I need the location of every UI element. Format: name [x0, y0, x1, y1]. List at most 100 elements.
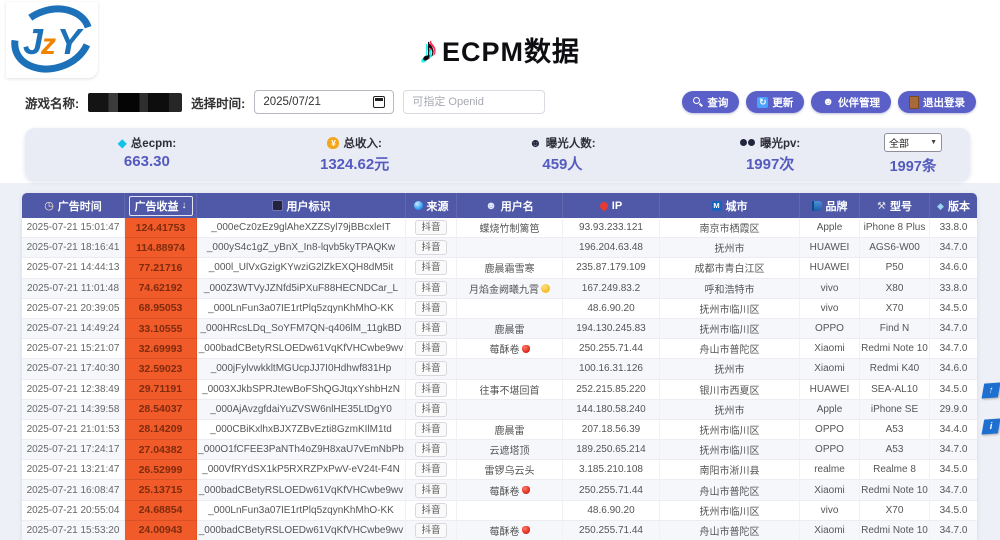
- username-cell: [457, 359, 563, 379]
- clock-icon: [44, 199, 54, 212]
- source-cell: 抖音: [406, 339, 457, 359]
- source-cell: 抖音: [406, 299, 457, 319]
- revenue-cell: 27.04382: [125, 440, 197, 460]
- source-badge: 抖音: [415, 523, 446, 538]
- source-cell: 抖音: [406, 218, 457, 238]
- username-cell: 鹿晨霜雪寒: [457, 258, 563, 278]
- city-cell: 成都市青白江区: [660, 258, 800, 278]
- ip-cell: 196.204.63.48: [563, 238, 660, 258]
- city-cell: 抚州市: [660, 238, 800, 258]
- logout-button[interactable]: 退出登录: [898, 91, 976, 113]
- version-cell: 33.8.0: [930, 279, 977, 299]
- openid-cell: _000VfRYdSX1kP5RXRZPxPwV-eV24t-F4N: [197, 460, 406, 480]
- time-cell: 2025-07-21 15:21:07: [22, 339, 125, 359]
- table-header-row: 广告时间广告收益↓用户标识来源用户名IP城市品牌型号版本: [22, 193, 977, 218]
- city-cell: 抚州市临川区: [660, 420, 800, 440]
- date-value: 2025/07/21: [263, 96, 321, 108]
- ip-cell: 250.255.71.44: [563, 521, 660, 540]
- username-cell: 云遮塔顶: [457, 440, 563, 460]
- table-row: 2025-07-21 13:21:4726.52999_000VfRYdSX1k…: [22, 460, 977, 480]
- openid-cell: _000LnFun3a07IE1rtPlq5zqynKhMhO-KK: [197, 299, 406, 319]
- source-badge: 抖音: [415, 361, 446, 376]
- search-icon: [693, 97, 703, 107]
- openid-cell: _000CBiKxlhxBJX7ZBvEzti8GzmKIlM1td: [197, 420, 406, 440]
- brand-cell: OPPO: [800, 319, 860, 339]
- stat-exposure-users: 曝光人数:459人: [459, 135, 667, 174]
- username-cell: 莓酥卷: [457, 480, 563, 500]
- table-row: 2025-07-21 15:53:2024.00943_000badCBetyR…: [22, 521, 977, 540]
- model-cell: P50: [860, 258, 930, 278]
- openid-cell: _0003XJkbSPRJtewBoFShQGJtqxYshbHzN: [197, 380, 406, 400]
- strawberry-icon: [522, 345, 530, 353]
- source-badge: 抖音: [415, 341, 446, 356]
- date-input[interactable]: 2025/07/21: [254, 90, 394, 114]
- ip-cell: 100.16.31.126: [563, 359, 660, 379]
- chevron-down-icon: ▼: [930, 139, 937, 146]
- source-badge: 抖音: [415, 240, 446, 255]
- scope-select[interactable]: 全部 ▼: [884, 133, 942, 152]
- column-header-source: 来源: [406, 193, 457, 218]
- brand-cell: Apple: [800, 400, 860, 420]
- city-cell: 抚州市临川区: [660, 299, 800, 319]
- ip-cell: 93.93.233.121: [563, 218, 660, 238]
- city-cell: 银川市西夏区: [660, 380, 800, 400]
- time-cell: 2025-07-21 15:01:47: [22, 218, 125, 238]
- city-cell: 舟山市普陀区: [660, 521, 800, 540]
- query-button[interactable]: 查询: [682, 91, 739, 113]
- openid-input[interactable]: [403, 90, 545, 114]
- time-cell: 2025-07-21 14:39:58: [22, 400, 125, 420]
- header-buttons: 查询 更新 伙伴管理 退出登录: [682, 91, 976, 113]
- model-cell: Redmi K40: [860, 359, 930, 379]
- partner-manage-button-label: 伙伴管理: [838, 95, 880, 110]
- revenue-cell: 32.59023: [125, 359, 197, 379]
- table-row: 2025-07-21 16:08:4725.13715_000badCBetyR…: [22, 480, 977, 500]
- smile-icon: [541, 284, 550, 293]
- table-body: 2025-07-21 15:01:47124.41753_000eCz0zEz9…: [22, 218, 977, 540]
- stats-groups: 总ecpm:663.30总收入:1324.62元曝光人数:459人曝光pv:19…: [43, 135, 874, 174]
- ip-cell: 207.18.56.39: [563, 420, 660, 440]
- float-top-button[interactable]: ↑: [982, 382, 1000, 398]
- table-row: 2025-07-21 11:01:4874.62192_000Z3WTVyJZN…: [22, 279, 977, 299]
- gem-icon: [118, 136, 127, 150]
- openid-cell: _000l_UlVxGzigKYwziG2lZkEXQH8dM5it: [197, 258, 406, 278]
- username-cell: 往事不堪回首: [457, 380, 563, 400]
- source-badge: 抖音: [415, 260, 446, 275]
- source-cell: 抖音: [406, 359, 457, 379]
- data-table: 广告时间广告收益↓用户标识来源用户名IP城市品牌型号版本 2025-07-21 …: [22, 193, 977, 540]
- refresh-button-label: 更新: [772, 95, 793, 110]
- ip-cell: 252.215.85.220: [563, 380, 660, 400]
- page-title-text: ECPM数据: [442, 30, 580, 69]
- time-cell: 2025-07-21 11:01:48: [22, 279, 125, 299]
- model-cell: Redmi Note 10: [860, 339, 930, 359]
- openid-cell: _000AjAvzgfdaiYuZVSW6nlHE35LtDgY0: [197, 400, 406, 420]
- version-cell: 34.5.0: [930, 380, 977, 400]
- city-cell: 抚州市临川区: [660, 501, 800, 521]
- city-cell: 呼和浩特市: [660, 279, 800, 299]
- username-cell: [457, 238, 563, 258]
- revenue-cell: 32.69993: [125, 339, 197, 359]
- record-count: 1997条: [874, 155, 952, 176]
- total-ecpm-label: 总ecpm:: [43, 135, 251, 151]
- partner-manage-button[interactable]: 伙伴管理: [811, 91, 891, 113]
- city-cell: 南京市栖霞区: [660, 218, 800, 238]
- person-icon: [485, 200, 497, 212]
- version-cell: 34.4.0: [930, 420, 977, 440]
- model-cell: iPhone 8 Plus: [860, 218, 930, 238]
- model-cell: SEA-AL10: [860, 380, 930, 400]
- source-cell: 抖音: [406, 380, 457, 400]
- source-badge: 抖音: [415, 321, 446, 336]
- stat-total-ecpm: 总ecpm:663.30: [43, 135, 251, 174]
- time-cell: 2025-07-21 14:44:13: [22, 258, 125, 278]
- column-header-ip: IP: [563, 193, 660, 218]
- refresh-button[interactable]: 更新: [746, 91, 804, 113]
- float-info-button[interactable]: i: [982, 418, 1000, 434]
- revenue-sort-button[interactable]: 广告收益↓: [129, 196, 193, 216]
- column-header-revenue: 广告收益↓: [125, 193, 197, 218]
- stats-bar: 总ecpm:663.30总收入:1324.62元曝光人数:459人曝光pv:19…: [25, 128, 970, 180]
- tools-icon: [877, 200, 886, 212]
- time-cell: 2025-07-21 20:55:04: [22, 501, 125, 521]
- version-cell: 34.5.0: [930, 460, 977, 480]
- brand-cell: Xiaomi: [800, 480, 860, 500]
- logout-icon: [909, 96, 919, 109]
- openid-cell: _000yS4c1gZ_yBnX_In8-lqvb5kyTPAQKw: [197, 238, 406, 258]
